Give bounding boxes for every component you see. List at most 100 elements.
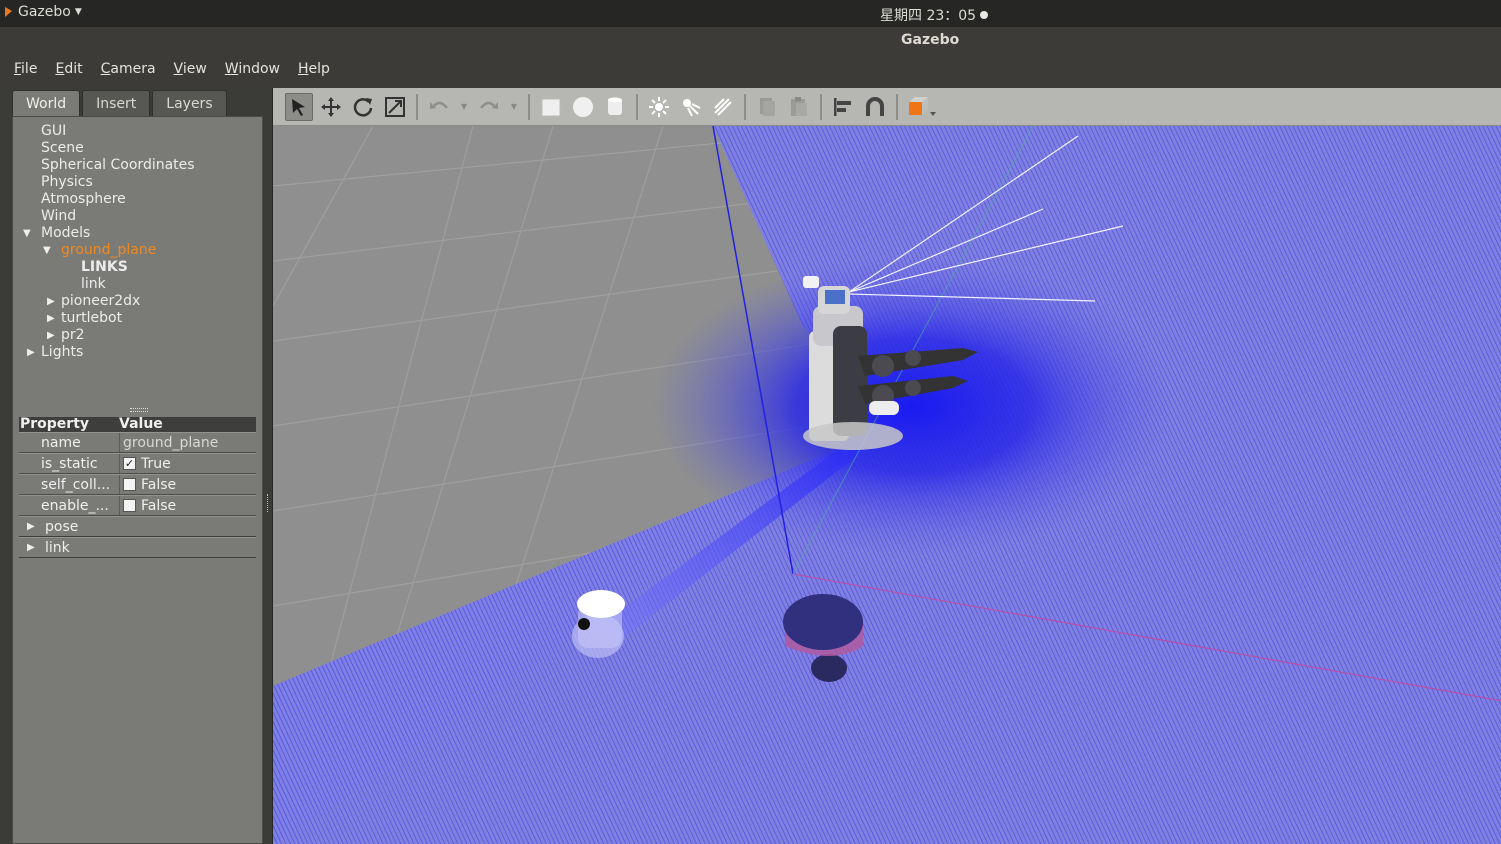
directional-light-icon[interactable] <box>709 93 737 121</box>
toolbar-separator <box>528 93 530 120</box>
property-table: Property Value name ground_plane is_stat… <box>19 417 256 558</box>
property-row-name: name ground_plane <box>19 432 256 453</box>
column-header-value: Value <box>119 416 163 432</box>
gazebo-logo-icon <box>5 7 12 17</box>
expand-right-icon[interactable]: ▶ <box>47 310 61 327</box>
system-top-bar: Gazebo ▼ 星期四 23：05 <box>0 0 1501 27</box>
cylinder-icon[interactable] <box>601 93 629 121</box>
world-tree: GUI Scene Spherical Coordinates Physics … <box>21 123 195 361</box>
expand-right-icon[interactable]: ▶ <box>27 521 39 532</box>
tab-insert[interactable]: Insert <box>82 90 151 116</box>
tree-item-physics[interactable]: Physics <box>21 174 195 191</box>
property-table-header: Property Value <box>19 417 256 432</box>
3d-scene[interactable] <box>273 126 1501 844</box>
column-header-property: Property <box>20 416 90 432</box>
undo-icon[interactable] <box>425 93 453 121</box>
tab-layers[interactable]: Layers <box>152 90 227 116</box>
paste-icon[interactable] <box>785 93 813 121</box>
point-light-icon[interactable] <box>645 93 673 121</box>
property-value-is-static: ✓ True <box>119 454 256 473</box>
property-row-enable-wind: enable_... False <box>19 495 256 516</box>
tree-item-link[interactable]: link <box>21 276 195 293</box>
toolbar-separator <box>744 93 746 120</box>
property-value-self-collide: False <box>119 475 256 494</box>
notification-dot-icon <box>980 11 989 19</box>
tree-item-spherical-coordinates[interactable]: Spherical Coordinates <box>21 157 195 174</box>
expand-down-icon[interactable]: ▼ <box>23 225 41 242</box>
toolbar-separator <box>416 93 418 120</box>
tree-item-ground-plane[interactable]: ▼ ground_plane <box>21 242 195 259</box>
property-key: is_static <box>41 455 98 472</box>
tree-item-scene[interactable]: Scene <box>21 140 195 157</box>
window-title: Gazebo <box>901 32 960 48</box>
panel-tabs: World Insert Layers <box>12 90 227 116</box>
property-key: name <box>41 434 81 451</box>
turtlebot-robot[interactable] <box>572 590 625 658</box>
menu-camera[interactable]: Camera <box>101 61 156 77</box>
menu-file[interactable]: File <box>14 61 37 77</box>
tree-item-lights[interactable]: ▶ Lights <box>21 344 195 361</box>
sphere-icon[interactable] <box>569 93 597 121</box>
enable-wind-checkbox[interactable] <box>123 499 136 512</box>
tree-item-turtlebot[interactable]: ▶ turtlebot <box>21 310 195 327</box>
scene-canvas[interactable] <box>273 126 1501 844</box>
splitter-grip-icon <box>267 494 269 512</box>
app-menu[interactable]: Gazebo ▼ <box>4 4 82 20</box>
expand-right-icon[interactable]: ▶ <box>47 293 61 310</box>
window-title-bar: Gazebo <box>0 27 1501 53</box>
translate-icon[interactable] <box>317 93 345 121</box>
tree-item-models[interactable]: ▼ Models <box>21 225 195 242</box>
menu-window[interactable]: Window <box>225 61 280 77</box>
clock[interactable]: 星期四 23：05 <box>880 5 989 25</box>
scale-icon[interactable] <box>381 93 409 121</box>
viewport-toolbar: ▼ ▼ <box>273 88 1501 126</box>
redo-icon[interactable] <box>475 93 503 121</box>
redo-dropdown-chevron-icon[interactable]: ▼ <box>507 93 521 121</box>
expand-right-icon[interactable]: ▶ <box>27 344 41 361</box>
tree-item-pioneer2dx[interactable]: ▶ pioneer2dx <box>21 293 195 310</box>
expand-right-icon[interactable]: ▶ <box>47 327 61 344</box>
app-name: Gazebo <box>18 4 71 20</box>
spot-light-icon[interactable] <box>677 93 705 121</box>
property-row-is-static: is_static ✓ True <box>19 453 256 474</box>
self-collide-checkbox[interactable] <box>123 478 136 491</box>
expand-right-icon[interactable]: ▶ <box>27 542 39 553</box>
snap-icon[interactable] <box>861 93 889 121</box>
property-group-pose[interactable]: ▶ pose <box>19 516 256 537</box>
panel-splitter-handle[interactable] <box>130 408 148 412</box>
rotate-icon[interactable] <box>349 93 377 121</box>
tab-world[interactable]: World <box>12 90 81 116</box>
undo-dropdown-chevron-icon[interactable]: ▼ <box>457 93 471 121</box>
tree-item-gui[interactable]: GUI <box>21 123 195 140</box>
box-icon[interactable] <box>537 93 565 121</box>
tree-item-atmosphere[interactable]: Atmosphere <box>21 191 195 208</box>
view-angle-icon[interactable] <box>905 93 939 121</box>
render-viewport: ▼ ▼ <box>272 88 1501 844</box>
left-panel: World Insert Layers GUI Scene Spherical … <box>12 88 263 844</box>
menu-help[interactable]: Help <box>298 61 330 77</box>
property-value-enable-wind: False <box>119 496 256 515</box>
property-value-name[interactable]: ground_plane <box>119 433 256 452</box>
toolbar-separator <box>636 93 638 120</box>
copy-icon[interactable] <box>753 93 781 121</box>
select-arrow-icon[interactable] <box>285 92 313 121</box>
is-static-checkbox[interactable]: ✓ <box>123 457 136 470</box>
tree-item-pr2[interactable]: ▶ pr2 <box>21 327 195 344</box>
panel-splitter[interactable] <box>264 88 272 844</box>
toolbar-separator <box>820 93 822 120</box>
expand-down-icon[interactable]: ▼ <box>43 242 61 259</box>
align-icon[interactable] <box>829 93 857 121</box>
property-group-link[interactable]: ▶ link <box>19 537 256 558</box>
clock-text: 星期四 23：05 <box>880 8 977 24</box>
chevron-down-icon: ▼ <box>74 7 82 17</box>
property-key: self_coll... <box>41 476 111 493</box>
menu-edit[interactable]: Edit <box>55 61 82 77</box>
toolbar-separator <box>896 93 898 120</box>
property-row-self-collide: self_coll... False <box>19 474 256 495</box>
tree-item-wind[interactable]: Wind <box>21 208 195 225</box>
menu-bar: File Edit Camera View Window Help <box>0 53 1501 84</box>
property-key: enable_... <box>41 497 109 514</box>
menu-view[interactable]: View <box>174 61 207 77</box>
world-panel: GUI Scene Spherical Coordinates Physics … <box>12 116 263 844</box>
tree-item-links-header: LINKS <box>81 259 128 275</box>
